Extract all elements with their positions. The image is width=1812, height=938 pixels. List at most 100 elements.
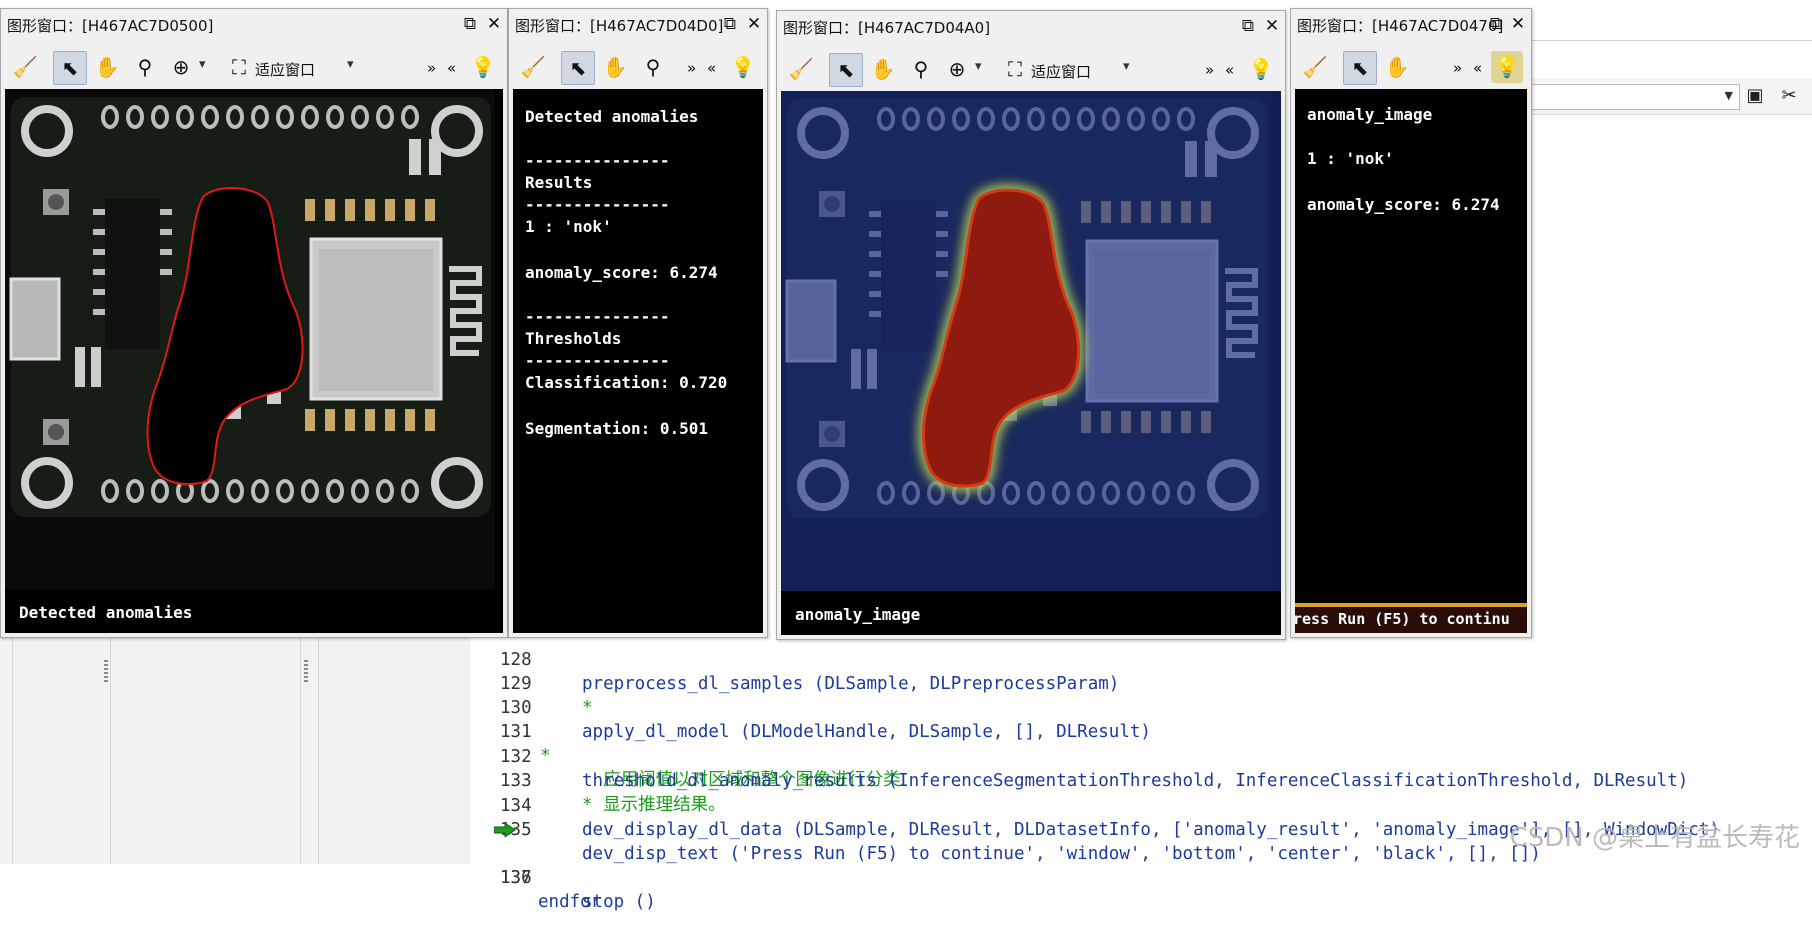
- ide-combo-box[interactable]: ▼: [1530, 84, 1740, 110]
- close-icon[interactable]: ✕: [483, 13, 505, 35]
- text-line: anomaly_image: [1307, 105, 1433, 124]
- window-list-icon[interactable]: ▣: [1742, 84, 1768, 108]
- close-icon[interactable]: ✕: [1261, 15, 1283, 37]
- fit-window-icon[interactable]: ⛶: [999, 53, 1031, 85]
- magnifier-icon[interactable]: ⚲: [905, 53, 937, 85]
- zoom-in-icon[interactable]: ⊕: [165, 51, 197, 83]
- graphics-window-3[interactable]: 图形窗口：[H467AC7D04A0] ⧉ ✕ 🧹 ⬉ ✋ ⚲ ⊕ ▾ ⛶ 适应…: [776, 10, 1286, 640]
- fit-window-icon[interactable]: ⛶: [223, 51, 255, 83]
- restore-icon[interactable]: ⧉: [719, 13, 741, 35]
- hand-icon[interactable]: ✋: [1381, 51, 1413, 83]
- window-title: 图形窗口：[H467AC7D04A0]: [783, 19, 991, 37]
- text-line: ---------------: [525, 307, 670, 326]
- hand-icon[interactable]: ✋: [867, 53, 899, 85]
- pointer-icon[interactable]: ⬉: [561, 51, 595, 85]
- hand-icon[interactable]: ✋: [599, 51, 631, 83]
- ide-right-panel: [1528, 40, 1812, 640]
- collapse-icon[interactable]: «: [447, 59, 456, 77]
- bulb-icon[interactable]: 💡: [727, 51, 759, 83]
- splitter-grip[interactable]: [104, 660, 108, 684]
- code-line: 129 *: [470, 648, 593, 718]
- chevron-down-icon[interactable]: ▾: [975, 59, 982, 74]
- cut-icon[interactable]: ✂: [1776, 84, 1802, 108]
- pointer-icon[interactable]: ⬉: [1343, 51, 1377, 85]
- collapse-icon[interactable]: «: [1473, 59, 1482, 77]
- text-canvas[interactable]: Detected anomalies --------------- Resul…: [513, 89, 763, 633]
- chevron-down-icon[interactable]: ▾: [347, 57, 354, 72]
- window-titlebar[interactable]: 图形窗口：[H467AC7D0470] ⧉ ✕: [1291, 9, 1531, 39]
- window-titlebar[interactable]: 图形窗口：[H467AC7D04A0] ⧉ ✕: [777, 11, 1285, 41]
- code-line: 136 stop (): [470, 818, 656, 912]
- restore-icon[interactable]: ⧉: [1237, 15, 1259, 37]
- collapse-icon[interactable]: «: [707, 59, 716, 77]
- window-title: 图形窗口：[H467AC7D0500]: [7, 17, 214, 35]
- fit-window-label[interactable]: 适应窗口: [255, 59, 315, 80]
- code-line: 131 * 应用阈值以对区域和整个图像进行分类: [470, 696, 901, 790]
- image-canvas[interactable]: Detected anomalies: [5, 89, 503, 633]
- execution-arrow-icon: [494, 823, 516, 837]
- fit-window-label[interactable]: 适应窗口: [1031, 61, 1091, 82]
- graphics-window-4[interactable]: 图形窗口：[H467AC7D0470] ⧉ ✕ 🧹 ⬉ ✋ » « 💡 anom…: [1290, 8, 1532, 638]
- text-line: Segmentation: 0.501: [525, 419, 709, 438]
- text-line: ---------------: [525, 351, 670, 370]
- code-text: apply_dl_model (DLModelHandle, DLSample,…: [582, 722, 1151, 742]
- chevron-down-icon[interactable]: ▼: [1725, 89, 1733, 102]
- watermark: CSDN @桌上有盆长寿花: [1509, 823, 1800, 853]
- code-line: 132 threshold_dl_anomaly_results (Infere…: [470, 721, 1688, 791]
- restore-icon[interactable]: ⧉: [1485, 13, 1507, 35]
- text-line: Thresholds: [525, 329, 622, 348]
- bulb-icon[interactable]: 💡: [467, 51, 499, 83]
- status-bar: ress Run (F5) to continu: [1295, 603, 1527, 633]
- pane-divider: [12, 630, 13, 864]
- code-text: * 显示推理结果。: [582, 795, 726, 815]
- expand-icon[interactable]: »: [687, 59, 696, 77]
- bulb-icon[interactable]: 💡: [1245, 53, 1277, 85]
- code-line: 133 * 显示推理结果。: [470, 745, 726, 815]
- code-text: dev_disp_text ('Press Run (F5) to contin…: [582, 844, 1541, 864]
- text-line: 1 : 'nok': [1307, 149, 1394, 168]
- collapse-icon[interactable]: «: [1225, 61, 1234, 79]
- image-caption: anomaly_image: [795, 605, 921, 624]
- brush-icon[interactable]: 🧹: [517, 51, 549, 83]
- brush-icon[interactable]: 🧹: [1299, 51, 1331, 83]
- magnifier-icon[interactable]: ⚲: [637, 51, 669, 83]
- window-toolbar: 🧹 ⬉ ✋ ⚲ ⊕ ▾ ⛶ 适应窗口 ▾ » « 💡: [777, 49, 1285, 89]
- pane-divider: [110, 630, 111, 864]
- chevron-down-icon[interactable]: ▾: [199, 57, 206, 72]
- ide-divider: [1528, 40, 1812, 41]
- graphics-window-1[interactable]: 图形窗口：[H467AC7D0500] ⧉ ✕ 🧹 ⬉ ✋ ⚲ ⊕ ▾ ⛶ 适应…: [0, 8, 508, 638]
- pointer-icon[interactable]: ⬉: [53, 51, 87, 85]
- zoom-in-icon[interactable]: ⊕: [941, 53, 973, 85]
- graphics-window-2[interactable]: 图形窗口：[H467AC7D04D0] ⧉ ✕ 🧹 ⬉ ✋ ⚲ » « 💡 De…: [508, 8, 768, 638]
- magnifier-icon[interactable]: ⚲: [129, 51, 161, 83]
- expand-icon[interactable]: »: [1453, 59, 1462, 77]
- code-line: 137 endfor: [470, 842, 601, 912]
- window-titlebar[interactable]: 图形窗口：[H467AC7D0500] ⧉ ✕: [1, 9, 507, 39]
- window-titlebar[interactable]: 图形窗口：[H467AC7D04D0] ⧉ ✕: [509, 9, 767, 39]
- close-icon[interactable]: ✕: [1507, 13, 1529, 35]
- brush-icon[interactable]: 🧹: [785, 53, 817, 85]
- text-canvas[interactable]: anomaly_image 1 : 'nok' anomaly_score: 6…: [1295, 89, 1527, 633]
- expand-icon[interactable]: »: [427, 59, 436, 77]
- code-text: endfor: [538, 892, 602, 912]
- status-highlight: [1295, 603, 1527, 607]
- splitter-grip[interactable]: [304, 660, 308, 684]
- ide-left-panes: [0, 630, 470, 864]
- hand-icon[interactable]: ✋: [91, 51, 123, 83]
- line-number: 137: [500, 868, 532, 888]
- pointer-icon[interactable]: ⬉: [829, 53, 863, 87]
- bulb-icon[interactable]: 💡: [1491, 51, 1523, 83]
- close-icon[interactable]: ✕: [743, 13, 765, 35]
- code-line: 135 dev_disp_text ('Press Run (F5) to co…: [470, 794, 1541, 864]
- pane-divider: [318, 630, 319, 864]
- anomaly-heatmap-image: [781, 91, 1281, 635]
- text-line: Results: [525, 173, 593, 192]
- text-line: Classification: 0.720: [525, 373, 728, 392]
- brush-icon[interactable]: 🧹: [9, 51, 41, 83]
- image-canvas[interactable]: anomaly_image: [781, 91, 1281, 635]
- chevron-down-icon[interactable]: ▾: [1123, 59, 1130, 74]
- image-caption: Detected anomalies: [19, 603, 193, 622]
- restore-icon[interactable]: ⧉: [459, 13, 481, 35]
- expand-icon[interactable]: »: [1205, 61, 1214, 79]
- text-line: 1 : 'nok': [525, 217, 612, 236]
